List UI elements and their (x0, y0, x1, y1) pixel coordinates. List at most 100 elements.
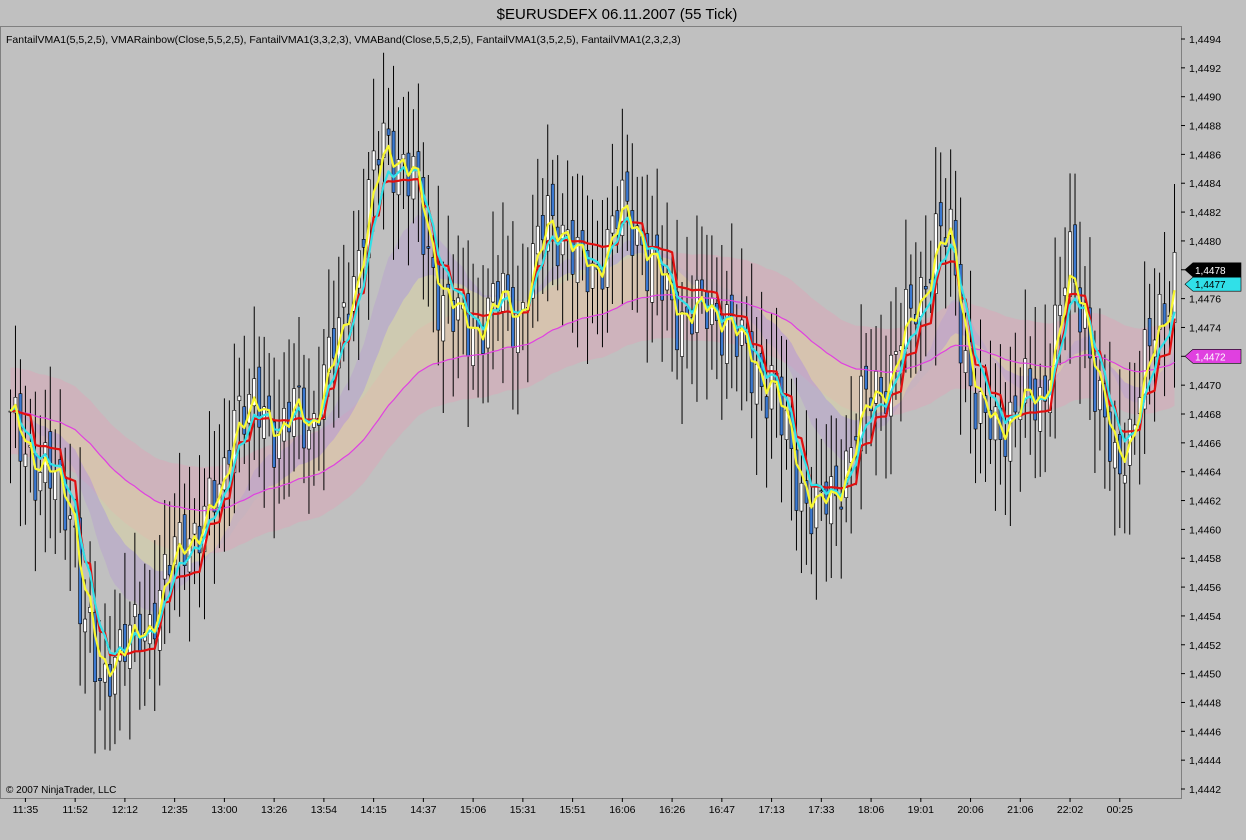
x-tick-label: 20:06 (957, 804, 983, 816)
candle (625, 171, 630, 202)
candle (908, 284, 913, 309)
x-tick-label: 22:02 (1057, 804, 1083, 816)
candle (709, 297, 714, 325)
candle (515, 315, 520, 353)
candle (764, 396, 769, 419)
candle (162, 554, 167, 580)
price-marker-label: 1,4472 (1195, 352, 1226, 363)
candle (1073, 224, 1077, 283)
candle (426, 246, 431, 249)
candle (386, 128, 391, 136)
y-tick-label: 1,4444 (1189, 755, 1221, 767)
x-tick-label: 15:06 (460, 804, 486, 816)
candle (401, 154, 406, 160)
x-tick-label: 15:31 (510, 804, 536, 816)
y-tick-label: 1,4486 (1189, 149, 1221, 161)
candle (1038, 387, 1043, 432)
candle (1028, 368, 1033, 391)
x-tick-label: 19:01 (908, 804, 934, 816)
candle (675, 291, 679, 351)
candle (53, 470, 58, 501)
candle (441, 295, 446, 342)
candle (739, 319, 744, 346)
x-tick-label: 17:33 (808, 804, 834, 816)
candle (68, 515, 72, 520)
price-marker-label: 1,4477 (1195, 280, 1226, 291)
candle (1008, 401, 1013, 462)
price-chart[interactable]: 1,4494 1,4492 1,4490 1,4488 1,4486 1,4484 1,44… (0, 0, 1246, 840)
candle (923, 285, 928, 290)
candle (1098, 380, 1102, 411)
candle (242, 406, 247, 435)
y-tick-label: 1,4460 (1189, 524, 1221, 536)
candle (411, 156, 416, 200)
candle (98, 678, 102, 682)
copyright: © 2007 NinjaTrader, LLC (6, 785, 116, 796)
candle (754, 363, 759, 405)
candle (471, 327, 476, 366)
y-tick-label: 1,4454 (1189, 611, 1221, 623)
candle (520, 302, 525, 310)
candle (610, 215, 615, 234)
y-tick-label: 1,4452 (1189, 640, 1221, 652)
candle (207, 477, 212, 506)
candle (182, 514, 187, 567)
candle (535, 225, 540, 255)
candle (307, 429, 311, 450)
y-tick-label: 1,4456 (1189, 582, 1221, 594)
candle (237, 395, 242, 401)
x-tick-label: 21:06 (1007, 804, 1033, 816)
candle (799, 482, 804, 512)
x-tick-label: 17:13 (758, 804, 784, 816)
candle (177, 522, 182, 547)
candle (277, 433, 282, 459)
y-tick-label: 1,4466 (1189, 438, 1221, 450)
indicator-list: FantailVMA1(5,5,2,5), VMARainbow(Close,5… (6, 34, 681, 46)
candle (456, 297, 461, 321)
candle (829, 476, 834, 525)
candle (809, 507, 814, 535)
x-tick-label: 12:12 (112, 804, 138, 816)
candle (839, 506, 844, 510)
candle (973, 392, 978, 430)
candle (819, 490, 824, 493)
y-tick-label: 1,4446 (1189, 726, 1221, 738)
candle (729, 294, 734, 317)
y-tick-label: 1,4476 (1189, 294, 1221, 306)
candle (630, 210, 635, 256)
y-tick-label: 1,4474 (1189, 322, 1221, 334)
x-tick-label: 13:54 (311, 804, 337, 816)
candle (361, 239, 366, 248)
x-tick-label: 13:00 (211, 804, 237, 816)
y-tick-label: 1,4494 (1189, 34, 1221, 46)
candle (376, 159, 381, 166)
x-tick-label: 16:06 (609, 804, 635, 816)
y-tick-label: 1,4468 (1189, 409, 1221, 421)
y-tick-label: 1,4448 (1189, 697, 1221, 709)
candle (38, 472, 43, 492)
candle (23, 453, 28, 467)
candle (540, 215, 545, 241)
candle (1147, 317, 1152, 347)
candle (680, 311, 684, 357)
candle (700, 279, 704, 290)
x-tick-label: 00:25 (1107, 804, 1133, 816)
x-tick-label: 18:06 (858, 804, 884, 816)
candle (297, 385, 301, 388)
candle (1113, 442, 1117, 469)
y-tick-label: 1,4480 (1189, 236, 1221, 248)
candle (1058, 304, 1062, 316)
y-tick-label: 1,4442 (1189, 784, 1221, 796)
candle (1122, 475, 1127, 484)
candle (1162, 303, 1167, 325)
x-tick-label: 16:26 (659, 804, 685, 816)
candle (978, 391, 983, 424)
candle (814, 483, 819, 529)
y-tick-label: 1,4464 (1189, 467, 1221, 479)
candle (1063, 287, 1067, 296)
y-tick-label: 1,4484 (1189, 178, 1221, 190)
candle (262, 406, 267, 439)
x-tick-label: 11:52 (62, 804, 88, 816)
x-tick-label: 12:35 (162, 804, 188, 816)
x-tick-label: 14:37 (410, 804, 436, 816)
